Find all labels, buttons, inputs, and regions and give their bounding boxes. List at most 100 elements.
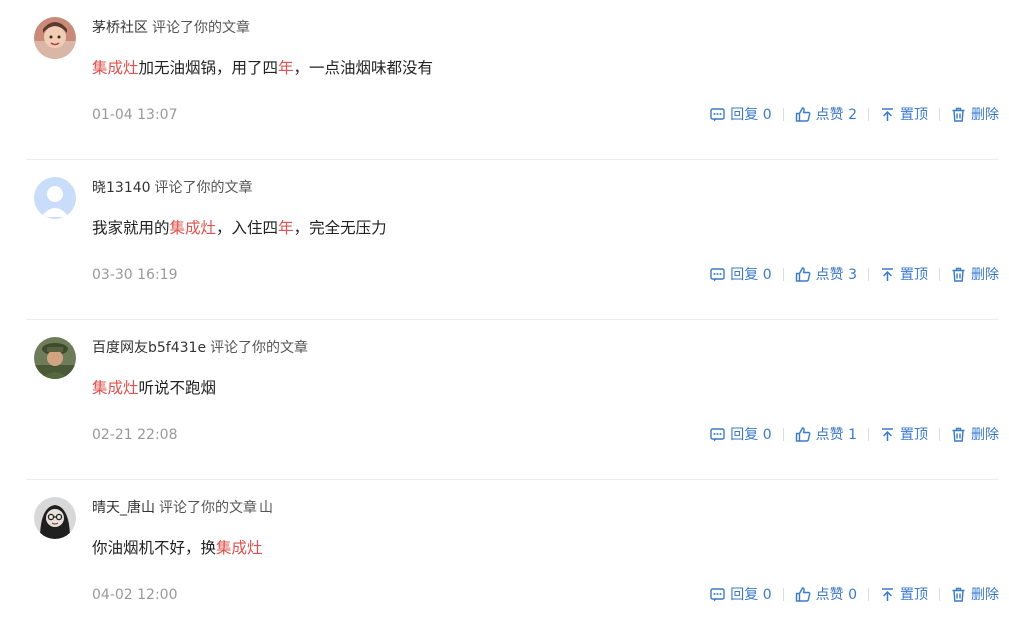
divider — [782, 587, 784, 601]
thumbs-up-icon — [795, 106, 811, 122]
keyword-highlight: 年 — [278, 219, 294, 237]
pin-button[interactable]: 置顶 — [880, 584, 928, 604]
pin-button[interactable]: 置顶 — [880, 104, 928, 124]
comment-header-extra: 山 — [259, 500, 273, 516]
reply-label: 回复 0 — [730, 587, 772, 603]
reply-button[interactable]: 回复 0 — [710, 104, 772, 124]
comment-content: 你油烟机不好，换集成灶 — [92, 537, 263, 559]
pin-button[interactable]: 置顶 — [880, 264, 928, 284]
like-button[interactable]: 点赞 0 — [795, 584, 857, 604]
trash-icon — [952, 587, 965, 602]
comment-text: ，入住四 — [216, 219, 279, 237]
avatar[interactable] — [34, 177, 76, 219]
like-button[interactable]: 点赞 1 — [795, 424, 857, 444]
thumbs-up-icon — [795, 266, 811, 282]
reply-button[interactable]: 回复 0 — [710, 264, 772, 284]
comment-item: 茅桥社区 评论了你的文章 集成灶加无油烟锅，用了四年，一点油烟味都没有 01-04… — [26, 0, 999, 160]
divider — [939, 267, 940, 281]
comment-time: 03-30 16:19 — [92, 267, 178, 283]
comment-text: ，完全无压力 — [293, 219, 387, 237]
comment-item: 百度网友b5f431e 评论了你的文章 集成灶听说不跑烟 02-21 22:08 … — [26, 320, 999, 480]
comment-header: 晴天_唐山 评论了你的文章山 — [92, 499, 273, 517]
comment-header: 晓13140 评论了你的文章 — [92, 179, 253, 197]
delete-button[interactable]: 删除 — [951, 104, 999, 124]
comment-time: 04-02 12:00 — [92, 587, 178, 603]
keyword-highlight: 集成灶 — [92, 59, 139, 77]
keyword-highlight: 集成灶 — [92, 379, 139, 397]
like-button[interactable]: 点赞 2 — [795, 104, 857, 124]
divider — [782, 107, 784, 121]
divider — [939, 427, 940, 441]
avatar[interactable] — [34, 337, 76, 379]
delete-button[interactable]: 删除 — [951, 424, 999, 444]
delete-label: 删除 — [971, 427, 999, 443]
author-name[interactable]: 晓13140 — [92, 180, 151, 196]
keyword-highlight: 年 — [278, 59, 294, 77]
reply-label: 回复 0 — [730, 107, 772, 123]
comment-content: 我家就用的集成灶，入住四年，完全无压力 — [92, 217, 387, 239]
thumbs-up-icon — [795, 426, 811, 442]
divider — [868, 107, 869, 121]
reply-button[interactable]: 回复 0 — [710, 424, 772, 444]
reply-icon — [710, 107, 725, 121]
like-label: 点赞 0 — [815, 587, 857, 603]
avatar[interactable] — [34, 497, 76, 539]
thumbs-up-icon — [795, 586, 811, 602]
comment-time: 02-21 22:08 — [92, 427, 178, 443]
comment-text: ，一点油烟味都没有 — [293, 59, 434, 77]
comment-action-text: 评论了你的文章 — [210, 340, 309, 356]
comment-text: 加无油烟锅，用了四 — [138, 59, 279, 77]
comment-item: 晴天_唐山 评论了你的文章山 你油烟机不好，换集成灶 04-02 12:00 回复… — [26, 480, 999, 640]
comment-actions: 回复 0 点赞 0 置顶 删除 — [710, 583, 999, 605]
delete-button[interactable]: 删除 — [951, 584, 999, 604]
reply-icon — [710, 587, 725, 601]
comment-list: 茅桥社区 评论了你的文章 集成灶加无油烟锅，用了四年，一点油烟味都没有 01-04… — [0, 0, 1009, 640]
comment-time: 01-04 13:07 — [92, 107, 178, 123]
delete-button[interactable]: 删除 — [951, 264, 999, 284]
divider — [939, 587, 940, 601]
comment-action-text: 评论了你的文章 — [159, 500, 257, 516]
comment-action-text: 评论了你的文章 — [152, 20, 250, 36]
comment-content: 集成灶加无油烟锅，用了四年，一点油烟味都没有 — [92, 57, 433, 79]
delete-label: 删除 — [971, 587, 999, 603]
delete-label: 删除 — [971, 107, 999, 123]
pin-label: 置顶 — [900, 427, 928, 443]
pin-label: 置顶 — [900, 107, 928, 123]
divider — [868, 267, 869, 281]
comment-text: 听说不跑烟 — [138, 379, 217, 397]
comment-action-text: 评论了你的文章 — [154, 180, 253, 196]
comment-header: 百度网友b5f431e 评论了你的文章 — [92, 339, 308, 357]
pin-label: 置顶 — [900, 587, 928, 603]
comment-actions: 回复 0 点赞 3 置顶 删除 — [710, 263, 999, 285]
pin-button[interactable]: 置顶 — [880, 424, 928, 444]
pin-top-icon — [882, 107, 893, 121]
pin-top-icon — [882, 267, 893, 281]
comment-actions: 回复 0 点赞 2 置顶 删除 — [710, 103, 999, 125]
divider — [868, 587, 869, 601]
trash-icon — [952, 427, 965, 442]
avatar[interactable] — [34, 17, 76, 59]
like-button[interactable]: 点赞 3 — [795, 264, 857, 284]
pin-top-icon — [882, 587, 893, 601]
divider — [782, 427, 784, 441]
author-name[interactable]: 晴天_唐山 — [92, 500, 155, 516]
divider — [782, 267, 784, 281]
keyword-highlight: 集成灶 — [216, 539, 263, 557]
like-label: 点赞 3 — [815, 267, 857, 283]
comment-text: 我家就用的 — [92, 219, 170, 237]
comment-actions: 回复 0 点赞 1 置顶 删除 — [710, 423, 999, 445]
trash-icon — [952, 267, 965, 282]
comment-content: 集成灶听说不跑烟 — [92, 377, 216, 399]
reply-label: 回复 0 — [730, 267, 772, 283]
reply-button[interactable]: 回复 0 — [710, 584, 772, 604]
author-name[interactable]: 百度网友b5f431e — [92, 340, 206, 356]
author-name[interactable]: 茅桥社区 — [92, 20, 148, 36]
keyword-highlight: 集成灶 — [169, 219, 217, 237]
reply-icon — [710, 267, 725, 281]
divider — [868, 427, 869, 441]
comment-text: 你油烟机不好，换 — [92, 539, 217, 557]
pin-label: 置顶 — [900, 267, 928, 283]
like-label: 点赞 1 — [815, 427, 857, 443]
delete-label: 删除 — [971, 267, 999, 283]
divider — [939, 107, 940, 121]
